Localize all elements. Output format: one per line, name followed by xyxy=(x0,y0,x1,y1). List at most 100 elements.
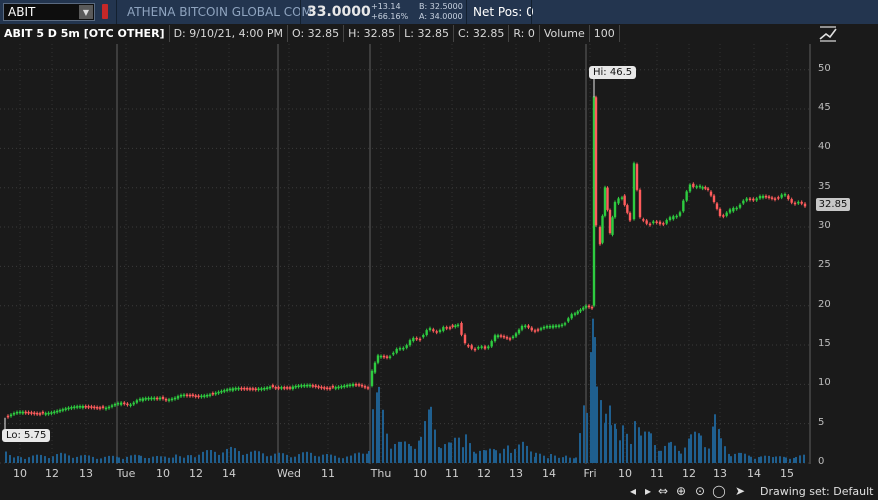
volume-bar xyxy=(96,458,98,463)
candle-body xyxy=(755,198,758,201)
crosshair-icon[interactable]: ⊕ xyxy=(674,484,688,498)
candle-body xyxy=(308,384,312,387)
zoom-icon[interactable]: ⊙ xyxy=(693,484,707,498)
volume-bar xyxy=(475,453,477,463)
x-tick-label: 14 xyxy=(222,467,236,480)
candle-body xyxy=(442,327,445,331)
alert-flag-icon[interactable] xyxy=(102,4,108,19)
volume-bar xyxy=(684,447,686,463)
y-tick-label: 50 xyxy=(818,62,831,74)
volume-bar xyxy=(148,458,150,463)
volume-bar xyxy=(24,458,26,463)
price-chart[interactable] xyxy=(0,44,812,464)
candle-body xyxy=(84,405,87,408)
candle-body xyxy=(655,221,658,223)
candle-body xyxy=(590,306,594,309)
cursor-icon[interactable]: ➤ xyxy=(733,484,747,498)
volume-bar xyxy=(724,446,726,463)
volume-bar xyxy=(318,456,320,463)
y-tick-label: 15 xyxy=(818,338,831,350)
candle-body xyxy=(200,395,203,398)
scroll-left-icon[interactable]: ◂ xyxy=(626,484,640,498)
drawing-tools-icon[interactable] xyxy=(818,25,838,43)
volume-bar xyxy=(322,454,324,463)
pan-icon[interactable]: ⇔ xyxy=(656,484,670,498)
candle-body xyxy=(582,307,585,310)
candle-body xyxy=(251,388,255,390)
candle-body xyxy=(520,325,524,330)
volume-bar xyxy=(350,455,352,463)
candle-body xyxy=(263,387,266,390)
scroll-right-icon[interactable]: ▸ xyxy=(641,484,655,498)
candle-body xyxy=(294,385,297,388)
candle-body xyxy=(398,348,402,350)
candle-body xyxy=(392,352,395,355)
drawing-set-selector[interactable]: Drawing set: Default xyxy=(760,485,873,498)
price-axis[interactable]: 50 45 40 35 30 25 20 15 10 5 0 xyxy=(812,44,878,467)
volume-bar xyxy=(650,433,652,463)
candle-body xyxy=(695,186,698,188)
candle-body xyxy=(505,337,509,339)
volume-bar xyxy=(510,452,512,463)
candle-body xyxy=(780,194,783,198)
volume-bar xyxy=(760,456,762,463)
divider xyxy=(116,0,117,24)
candle-body xyxy=(138,398,142,401)
volume-bar xyxy=(13,457,15,463)
volume-bar xyxy=(194,457,196,463)
symbol-selector[interactable]: ABIT ▼ xyxy=(3,3,95,21)
volume-bar xyxy=(526,445,528,463)
candle-body xyxy=(21,411,25,414)
x-tick-label: 13 xyxy=(713,467,727,480)
x-tick-label: 13 xyxy=(79,467,93,480)
candle-body xyxy=(563,323,567,325)
volume-bar xyxy=(698,433,700,463)
candle-body xyxy=(524,325,527,328)
candle-body xyxy=(98,407,102,409)
candle-body xyxy=(608,209,612,234)
volume-bar xyxy=(32,455,34,463)
candle-body xyxy=(692,183,695,187)
volume-bar xyxy=(250,451,252,463)
zoom-out-icon[interactable]: ◯ xyxy=(712,484,726,498)
volume-bar xyxy=(338,457,340,463)
volume-bar xyxy=(579,433,581,463)
candle-body xyxy=(560,324,564,327)
candle-body xyxy=(9,414,13,417)
chevron-down-icon[interactable]: ▼ xyxy=(79,5,93,19)
bar-range: R: 0 xyxy=(509,25,540,42)
candle-body xyxy=(738,204,742,208)
last-price: 33.0000 xyxy=(307,4,371,20)
x-tick-label: 11 xyxy=(445,467,459,480)
volume-bar xyxy=(730,456,732,463)
divider xyxy=(300,0,301,24)
candle-body xyxy=(408,340,412,346)
volume-bar xyxy=(750,456,752,463)
candle-body xyxy=(752,198,755,201)
volume-bar xyxy=(386,433,388,463)
candle-body xyxy=(53,411,56,414)
volume-bar xyxy=(218,454,220,463)
chart-title[interactable]: ABIT 5 D 5m [OTC OTHER] xyxy=(0,25,170,42)
volume-bar xyxy=(483,450,485,463)
candle-body xyxy=(787,195,790,200)
change-percent: +66.16% xyxy=(371,12,409,21)
candle-body xyxy=(360,384,364,387)
candle-body xyxy=(623,195,626,206)
volume-bar xyxy=(772,457,774,463)
candle-body xyxy=(557,325,561,327)
candle-body xyxy=(642,219,645,221)
candle-body xyxy=(345,385,349,387)
volume-bar xyxy=(558,457,560,463)
symbol-text[interactable]: ABIT xyxy=(4,5,79,19)
candle-body xyxy=(418,338,422,341)
time-axis[interactable]: 10 12 13 Tue 10 12 14 Wed 11 Thu 10 11 12 13 14 Fri 10 11… xyxy=(0,464,812,480)
candle-body xyxy=(33,412,36,415)
candle-body xyxy=(626,205,629,213)
candle-body xyxy=(300,385,303,387)
volume-bar xyxy=(358,452,360,463)
volume-bar xyxy=(748,455,750,463)
volume-bar xyxy=(286,454,288,463)
x-tick-label: Fri xyxy=(583,467,597,480)
volume-bar xyxy=(56,454,58,463)
